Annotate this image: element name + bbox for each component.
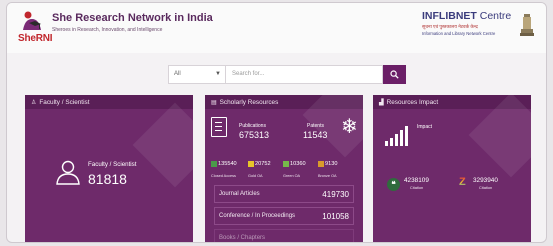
oa-green[interactable]: 10360 Green OA xyxy=(283,155,306,178)
oa-closed[interactable]: 135540 Closed Access xyxy=(211,155,237,178)
logo-wordmark[interactable]: SheRNI xyxy=(18,33,53,44)
oa-bronze[interactable]: 9130 Bronze OA xyxy=(318,155,337,178)
citation-count[interactable]: 4238109 xyxy=(404,177,429,184)
partner-logo[interactable]: INFLIBNET Centre सूचना एवं पुस्तकालय नेट… xyxy=(422,10,534,46)
stat-row-journal-articles[interactable]: Journal Articles 419730 xyxy=(214,185,354,203)
citation-label: Citation xyxy=(410,185,424,190)
resources-impact-panel[interactable]: ▟ Resources Impact Impact ❝ 4238109 Citat… xyxy=(373,95,531,242)
user-icon xyxy=(56,160,80,185)
partner-name: INFLIBNET Centre xyxy=(422,10,512,22)
faculty-count: 81818 xyxy=(88,171,127,187)
search-icon xyxy=(390,70,399,79)
snowflake-icon: ❄ xyxy=(341,116,358,138)
legend-swatch xyxy=(318,160,324,167)
site-tagline: Sheroes in Research, Innovation, and Int… xyxy=(52,27,163,33)
chevron-down-icon: ▼ xyxy=(215,71,221,77)
zotero-icon: Z xyxy=(459,176,466,188)
citation-label-secondary: Citation xyxy=(479,185,493,190)
legend-swatch xyxy=(248,160,254,167)
search-bar: All ▼ Search for... xyxy=(168,65,406,84)
stat-row-conference[interactable]: Conference / In Proceedings 101058 xyxy=(214,207,354,225)
patents-count[interactable]: 11543 xyxy=(303,130,327,140)
faculty-label: Faculty / Scientist xyxy=(88,161,137,168)
open-access-breakdown: 135540 Closed Access 20752 Gold OA 10360… xyxy=(211,155,361,178)
site-title[interactable]: She Research Network in India xyxy=(52,12,213,24)
quote-icon: ❝ xyxy=(387,178,400,191)
oa-gold[interactable]: 20752 Gold OA xyxy=(248,155,271,178)
publications-label: Publications xyxy=(239,123,266,129)
faculty-panel-header: ♙ Faculty / Scientist xyxy=(25,95,193,109)
stat-row-books[interactable]: Books / Chapters xyxy=(214,229,354,242)
citation-count-secondary[interactable]: 3293940 xyxy=(473,177,498,184)
search-input[interactable]: Search for... xyxy=(226,65,383,84)
patents-label: Patents xyxy=(307,123,324,129)
document-icon xyxy=(211,117,227,137)
search-category-select[interactable]: All ▼ xyxy=(168,65,226,84)
legend-swatch xyxy=(283,160,289,167)
app-window: SheRNI She Research Network in India She… xyxy=(6,2,547,243)
partner-hindi-name: सूचना एवं पुस्तकालय नेटवर्क केन्द्र xyxy=(422,24,478,29)
impact-label: Impact xyxy=(417,124,433,130)
emblem-icon xyxy=(520,14,534,36)
logo-icon xyxy=(23,11,41,30)
book-icon: ▤ xyxy=(211,100,217,106)
scholarly-resources-panel[interactable]: ▤ Scholarly Resources Publications 675313… xyxy=(205,95,363,242)
signal-bars-icon xyxy=(385,126,408,146)
faculty-panel[interactable]: ♙ Faculty / Scientist Faculty / Scientist… xyxy=(25,95,193,242)
publications-count[interactable]: 675313 xyxy=(239,130,269,140)
search-button[interactable] xyxy=(383,65,406,84)
decorative-diamond xyxy=(132,102,193,188)
site-header: SheRNI She Research Network in India She… xyxy=(7,3,546,53)
partner-subtitle: Information and Library Network Centre xyxy=(422,31,496,36)
faculty-header-icon: ♙ xyxy=(31,100,37,106)
bar-chart-icon: ▟ xyxy=(379,100,384,106)
legend-swatch xyxy=(211,160,217,167)
